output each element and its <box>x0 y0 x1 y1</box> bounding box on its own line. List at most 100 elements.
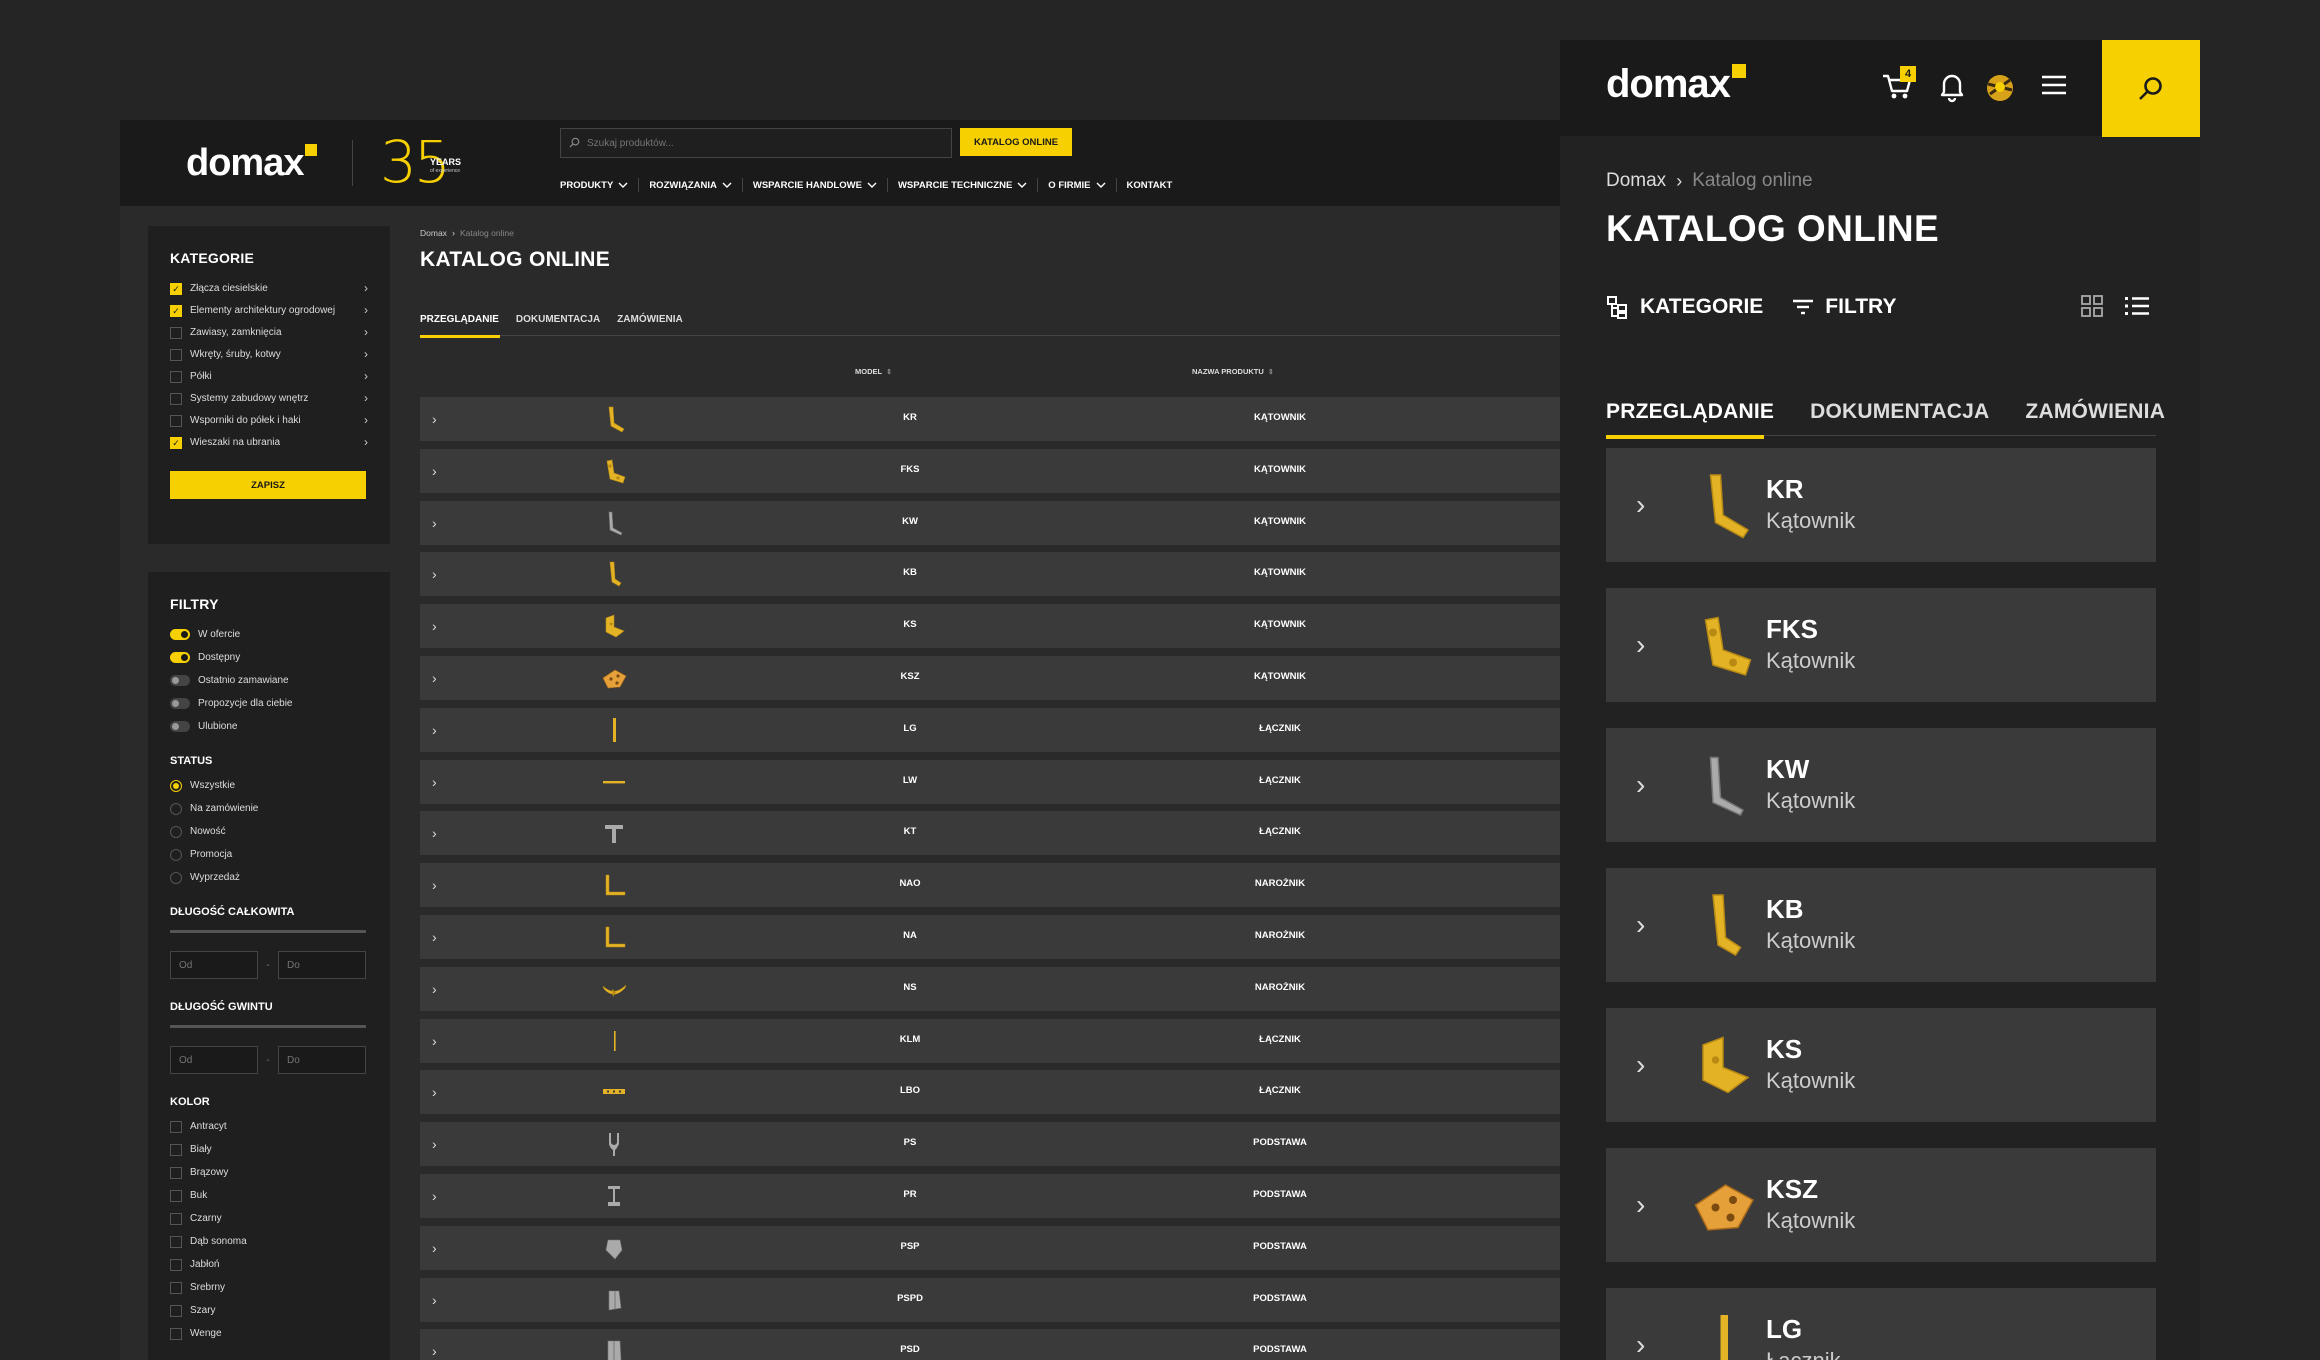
table-row[interactable]: › FKS KĄTOWNIK <box>420 448 1560 493</box>
chevron-right-icon[interactable]: › <box>432 411 444 427</box>
product-card[interactable]: › KR Kątownik <box>1606 448 2156 562</box>
chevron-right-icon[interactable]: › <box>432 774 444 790</box>
table-row[interactable]: › LBO ŁĄCZNIK <box>420 1070 1560 1115</box>
table-row[interactable]: › NAO NAROŻNIK <box>420 863 1560 908</box>
thread-length-from-input[interactable] <box>170 1046 258 1074</box>
color-option[interactable]: Brązowy <box>170 1166 368 1179</box>
column-header-name[interactable]: NAZWA PRODUKTU ⇕ <box>1192 367 1274 376</box>
search-input[interactable] <box>587 137 927 149</box>
catalog-online-button[interactable]: KATALOG ONLINE <box>960 128 1072 156</box>
category-checkbox[interactable] <box>170 371 182 383</box>
color-checkbox[interactable] <box>170 1144 182 1156</box>
chevron-right-icon[interactable]: › <box>432 670 444 686</box>
category-item[interactable]: ✓ Złącza ciesielskie › <box>170 282 368 295</box>
thread-length-slider[interactable] <box>170 1025 366 1028</box>
category-item[interactable]: Wsporniki do półek i haki › <box>170 414 368 427</box>
status-radio[interactable] <box>170 802 182 815</box>
grid-view-icon[interactable] <box>2080 294 2104 323</box>
color-option[interactable]: Buk <box>170 1189 368 1202</box>
nav-item-3[interactable]: WSPARCIE HANDLOWE <box>743 176 887 194</box>
color-option[interactable]: Wenge <box>170 1327 368 1340</box>
chevron-right-icon[interactable]: › <box>364 392 368 405</box>
chevron-right-icon[interactable]: › <box>432 1136 444 1152</box>
product-card[interactable]: › KB Kątownik <box>1606 868 2156 982</box>
category-checkbox[interactable] <box>170 349 182 361</box>
status-radio[interactable] <box>170 848 182 861</box>
filters-button[interactable]: FILTRY <box>1791 295 1896 319</box>
avatar[interactable] <box>1980 68 2020 108</box>
thread-length-to-input[interactable] <box>278 1046 366 1074</box>
total-length-slider[interactable] <box>170 930 366 933</box>
mobile-search-button[interactable] <box>2102 40 2200 137</box>
tab-1[interactable]: PRZEGLĄDANIE <box>420 310 500 338</box>
chevron-right-icon[interactable]: › <box>432 1240 444 1256</box>
domax-logo[interactable]: domax <box>1606 62 1746 107</box>
category-checkbox[interactable]: ✓ <box>170 283 182 295</box>
table-row[interactable]: › KB KĄTOWNIK <box>420 552 1560 597</box>
chevron-right-icon[interactable]: › <box>432 515 444 531</box>
tab-3[interactable]: ZAMÓWIENIA <box>617 310 683 336</box>
chevron-right-icon[interactable]: › <box>432 929 444 945</box>
category-item[interactable]: Półki › <box>170 370 368 383</box>
nav-item-6[interactable]: KONTAKT <box>1117 176 1183 194</box>
color-option[interactable]: Srebrny <box>170 1281 368 1294</box>
table-row[interactable]: › KR KĄTOWNIK <box>420 397 1560 441</box>
mobile-tab-1[interactable]: PRZEGLĄDANIE <box>1606 400 1774 439</box>
chevron-right-icon[interactable]: › <box>1636 911 1656 940</box>
nav-item-4[interactable]: WSPARCIE TECHNICZNE <box>888 176 1037 194</box>
nav-item-2[interactable]: ROZWIĄZANIA <box>639 176 742 194</box>
mobile-tab-3[interactable]: ZAMÓWIENIA <box>2025 400 2165 435</box>
domax-logo[interactable]: domax <box>186 142 318 185</box>
nav-item-5[interactable]: O FIRMIE <box>1038 176 1115 194</box>
status-option[interactable]: Na zamówienie <box>170 802 368 815</box>
chevron-right-icon[interactable]: › <box>1636 631 1656 660</box>
status-radio[interactable] <box>170 825 182 838</box>
category-item[interactable]: Systemy zabudowy wnętrz › <box>170 392 368 405</box>
filter-toggle[interactable] <box>170 629 190 640</box>
status-radio[interactable] <box>170 779 182 792</box>
color-checkbox[interactable] <box>170 1190 182 1202</box>
table-row[interactable]: › KW KĄTOWNIK <box>420 500 1560 545</box>
category-checkbox[interactable] <box>170 393 182 405</box>
chevron-right-icon[interactable]: › <box>1636 491 1656 520</box>
chevron-right-icon[interactable]: › <box>432 1084 444 1100</box>
search-field[interactable] <box>560 128 952 158</box>
chevron-right-icon[interactable]: › <box>432 618 444 634</box>
chevron-right-icon[interactable]: › <box>432 877 444 893</box>
bell-icon[interactable] <box>1934 68 1974 108</box>
chevron-right-icon[interactable]: › <box>432 566 444 582</box>
chevron-right-icon[interactable]: › <box>364 282 368 295</box>
product-card[interactable]: › KS Kątownik <box>1606 1008 2156 1122</box>
category-item[interactable]: Zawiasy, zamknięcia › <box>170 326 368 339</box>
product-card[interactable]: › KW Kątownik <box>1606 728 2156 842</box>
chevron-right-icon[interactable]: › <box>432 981 444 997</box>
table-row[interactable]: › KSZ KĄTOWNIK <box>420 655 1560 700</box>
chevron-right-icon[interactable]: › <box>432 1033 444 1049</box>
table-row[interactable]: › PR PODSTAWA <box>420 1173 1560 1218</box>
table-row[interactable]: › KT ŁĄCZNIK <box>420 811 1560 856</box>
total-length-to-input[interactable] <box>278 951 366 979</box>
chevron-right-icon[interactable]: › <box>364 348 368 361</box>
chevron-right-icon[interactable]: › <box>432 825 444 841</box>
color-option[interactable]: Szary <box>170 1304 368 1317</box>
table-row[interactable]: › KS KĄTOWNIK <box>420 604 1560 649</box>
chevron-right-icon[interactable]: › <box>364 304 368 317</box>
chevron-right-icon[interactable]: › <box>432 1292 444 1308</box>
save-button[interactable]: ZAPISZ <box>170 471 366 499</box>
tab-2[interactable]: DOKUMENTACJA <box>516 310 600 336</box>
category-item[interactable]: ✓ Wieszaki na ubrania › <box>170 436 368 449</box>
status-option[interactable]: Wszystkie <box>170 779 368 792</box>
color-checkbox[interactable] <box>170 1167 182 1179</box>
status-radio[interactable] <box>170 871 182 884</box>
product-card[interactable]: › KSZ Kątownik <box>1606 1148 2156 1262</box>
chevron-right-icon[interactable]: › <box>364 436 368 449</box>
color-option[interactable]: Czarny <box>170 1212 368 1225</box>
table-row[interactable]: › NS NAROŻNIK <box>420 966 1560 1011</box>
category-item[interactable]: ✓ Elementy architektury ogrodowej › <box>170 304 368 317</box>
table-row[interactable]: › PS PODSTAWA <box>420 1122 1560 1167</box>
hamburger-menu-icon[interactable] <box>2036 68 2076 108</box>
filter-toggle[interactable] <box>170 698 190 709</box>
status-option[interactable]: Promocja <box>170 848 368 861</box>
breadcrumb-home[interactable]: Domax <box>420 228 447 238</box>
status-option[interactable]: Wyprzedaż <box>170 871 368 884</box>
